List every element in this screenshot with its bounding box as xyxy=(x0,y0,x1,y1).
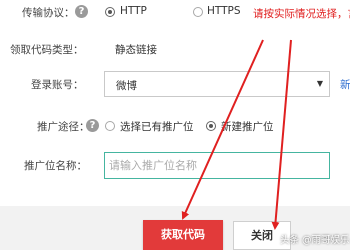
arrow-to-close xyxy=(271,39,292,230)
annotation-arrows xyxy=(181,39,292,230)
arrow-to-get-code xyxy=(181,39,264,220)
